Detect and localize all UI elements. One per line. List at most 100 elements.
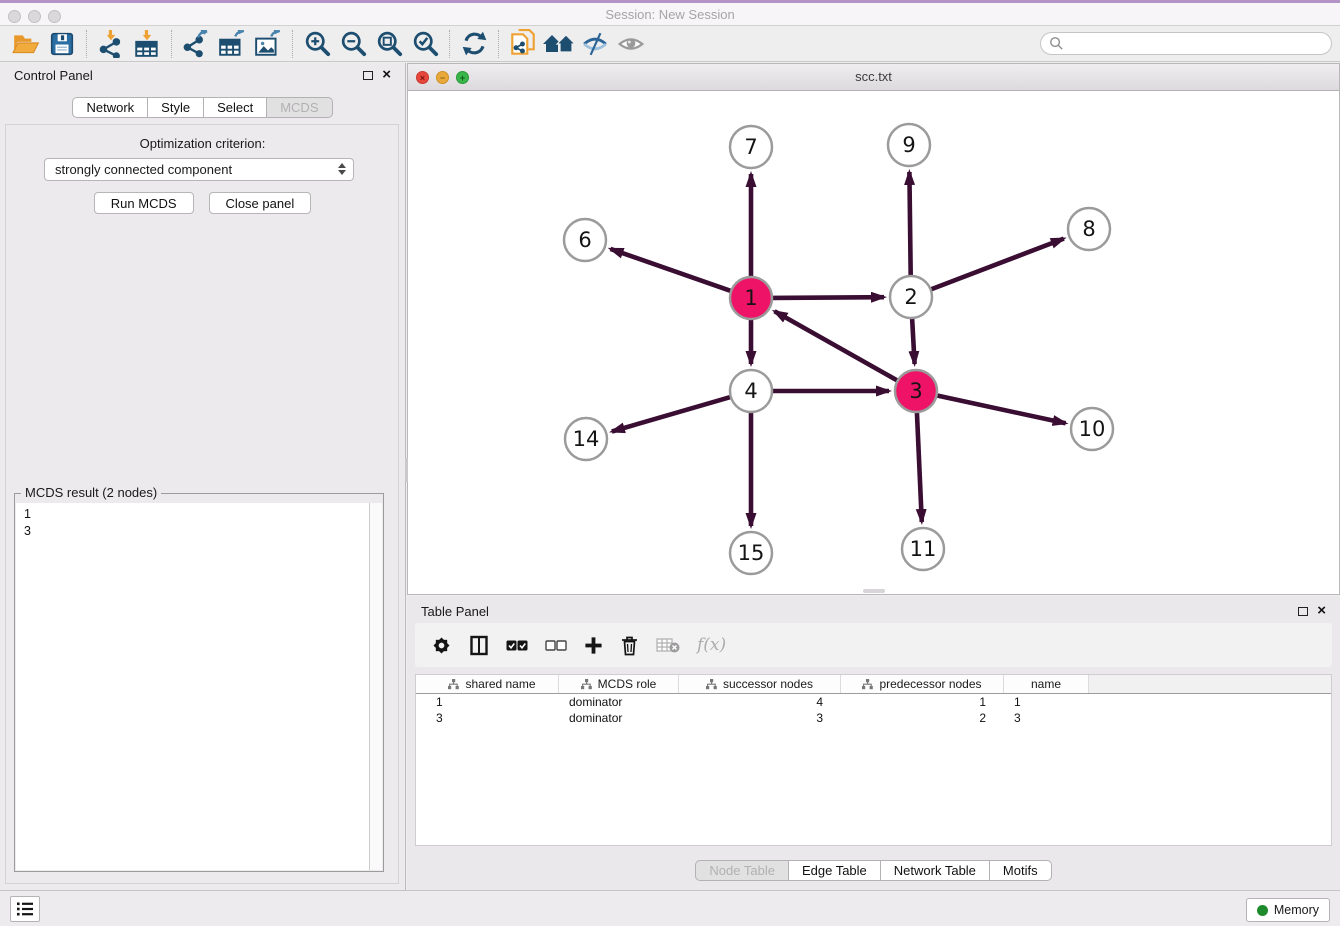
table-tab-network-table[interactable]: Network Table: [881, 860, 990, 881]
network-window-titlebar[interactable]: × − + scc.txt: [408, 64, 1339, 91]
table-settings-button[interactable]: [431, 634, 452, 656]
graph-edge-3-1[interactable]: [775, 311, 898, 380]
deselect-all-button[interactable]: [545, 634, 567, 656]
graph-edge-1-2[interactable]: [772, 297, 884, 298]
import-table-button[interactable]: [129, 29, 165, 59]
graph-edge-4-14[interactable]: [612, 397, 731, 432]
graph-node-7[interactable]: 7: [730, 126, 772, 168]
import-network-button[interactable]: [93, 29, 129, 59]
table-row[interactable]: 3dominator323: [416, 710, 1331, 726]
graph-node-1[interactable]: 1: [730, 277, 772, 319]
table-cell[interactable]: 4: [679, 694, 841, 710]
graph-node-10[interactable]: 10: [1071, 408, 1113, 450]
graph-edge-3-10[interactable]: [937, 395, 1066, 423]
graph-node-11[interactable]: 11: [902, 528, 944, 570]
show-columns-button[interactable]: [469, 634, 489, 656]
splitter-handle[interactable]: [863, 589, 885, 593]
memory-button[interactable]: Memory: [1246, 898, 1330, 922]
table-cell[interactable]: 3: [679, 710, 841, 726]
criterion-dropdown[interactable]: strongly connected component: [44, 158, 354, 181]
table-tabs: Node TableEdge TableNetwork TableMotifs: [407, 860, 1340, 881]
column-header-MCDS-role[interactable]: MCDS role: [559, 675, 679, 693]
table-cell[interactable]: 2: [841, 710, 1004, 726]
column-header-name[interactable]: name: [1004, 675, 1089, 693]
graph-node-4[interactable]: 4: [730, 370, 772, 412]
export-table-button[interactable]: [214, 29, 250, 59]
zoom-fit-icon: [376, 30, 403, 57]
open-session-button[interactable]: [8, 29, 44, 59]
table-tab-node-table[interactable]: Node Table: [695, 860, 789, 881]
hide-panel-button[interactable]: [541, 29, 577, 59]
open-folder-icon: [12, 31, 40, 57]
graph-node-8[interactable]: 8: [1068, 208, 1110, 250]
graph-node-15[interactable]: 15: [730, 532, 772, 574]
zoom-in-button[interactable]: [299, 29, 335, 59]
graph-node-14[interactable]: 14: [565, 418, 607, 460]
column-header-shared-name[interactable]: shared name: [426, 675, 559, 693]
clone-network-icon: [509, 29, 537, 59]
svg-text:2: 2: [904, 285, 917, 309]
export-network-button[interactable]: [178, 29, 214, 59]
eye-hidden-icon: [582, 31, 608, 57]
graph-edge-2-9[interactable]: [909, 172, 910, 276]
zoom-fit-button[interactable]: [371, 29, 407, 59]
table-cell[interactable]: 1: [1004, 694, 1089, 710]
delete-table-button[interactable]: [656, 634, 680, 656]
graph-edge-3-11[interactable]: [917, 412, 922, 522]
graph-node-3[interactable]: 3: [895, 370, 937, 412]
float-table-panel-icon[interactable]: [1298, 607, 1308, 616]
export-table-icon: [218, 30, 246, 58]
mcds-result-area[interactable]: 13: [16, 503, 382, 870]
search-icon: [1049, 36, 1064, 51]
search-input[interactable]: [1070, 37, 1323, 51]
task-history-button[interactable]: [10, 896, 40, 922]
zoom-selected-button[interactable]: [407, 29, 443, 59]
delete-column-button[interactable]: [620, 634, 639, 656]
svg-text:11: 11: [910, 537, 937, 561]
import-network-icon: [97, 30, 125, 58]
tab-mcds[interactable]: MCDS: [267, 97, 332, 118]
table-tab-edge-table[interactable]: Edge Table: [789, 860, 881, 881]
refresh-layout-button[interactable]: [456, 29, 492, 59]
graph-edge-1-6[interactable]: [611, 249, 732, 291]
close-table-panel-icon[interactable]: ×: [1317, 602, 1326, 620]
zoom-out-button[interactable]: [335, 29, 371, 59]
add-column-button[interactable]: [584, 634, 603, 656]
column-header-successor-nodes[interactable]: successor nodes: [679, 675, 841, 693]
table-cell[interactable]: 1: [841, 694, 1004, 710]
tab-network[interactable]: Network: [72, 97, 148, 118]
svg-text:10: 10: [1079, 417, 1106, 441]
float-panel-icon[interactable]: [363, 71, 373, 80]
select-all-button[interactable]: [506, 634, 528, 656]
run-mcds-button[interactable]: Run MCDS: [94, 192, 194, 214]
graph-node-6[interactable]: 6: [564, 219, 606, 261]
plus-icon: [584, 636, 603, 655]
hide-selected-button[interactable]: [577, 29, 613, 59]
table-tab-motifs[interactable]: Motifs: [990, 860, 1052, 881]
graph-node-2[interactable]: 2: [890, 276, 932, 318]
export-image-button[interactable]: [250, 29, 286, 59]
close-panel-button[interactable]: Close panel: [209, 192, 312, 214]
column-header-predecessor-nodes[interactable]: predecessor nodes: [841, 675, 1004, 693]
table-cell[interactable]: dominator: [559, 710, 679, 726]
tab-style[interactable]: Style: [148, 97, 204, 118]
table-cell[interactable]: dominator: [559, 694, 679, 710]
graph-edge-2-3[interactable]: [912, 318, 915, 364]
table-row[interactable]: 1dominator411: [416, 694, 1331, 710]
graph-edge-2-8[interactable]: [931, 239, 1064, 290]
close-panel-icon[interactable]: ×: [382, 66, 391, 84]
clone-network-button[interactable]: [505, 29, 541, 59]
show-all-button[interactable]: [613, 29, 649, 59]
search-field[interactable]: [1040, 32, 1332, 55]
tab-select[interactable]: Select: [204, 97, 267, 118]
result-scrollbar[interactable]: [369, 503, 382, 870]
table-panel: Table Panel ×: [407, 596, 1340, 890]
network-canvas[interactable]: 7 9 6 8 1 2 4 3 14 10 15 11: [408, 91, 1339, 594]
graph-node-9[interactable]: 9: [888, 124, 930, 166]
table-cell[interactable]: 3: [1004, 710, 1089, 726]
table-panel-title: Table Panel: [421, 604, 489, 619]
function-builder-button[interactable]: f(x): [697, 634, 726, 656]
save-session-button[interactable]: [44, 29, 80, 59]
table-cell[interactable]: 3: [426, 710, 559, 726]
table-cell[interactable]: 1: [426, 694, 559, 710]
